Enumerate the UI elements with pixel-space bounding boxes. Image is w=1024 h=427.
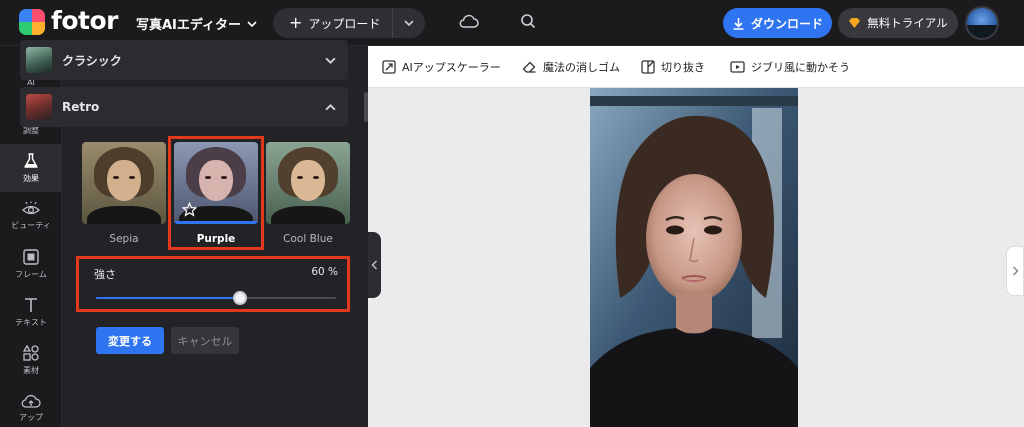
tool-label: 魔法の消しゴム xyxy=(543,61,620,74)
plus-icon: + xyxy=(289,13,303,32)
filter-label: Sepia xyxy=(109,233,139,245)
tool-ai-upscaler[interactable]: AIアップスケーラー xyxy=(382,46,501,88)
panel-collapse-toggle[interactable] xyxy=(368,232,381,298)
section-thumbnail xyxy=(26,94,52,120)
rail-item-elements[interactable]: 素材 xyxy=(0,336,62,384)
elements-icon xyxy=(22,344,39,361)
right-panel-toggle[interactable] xyxy=(1006,246,1024,296)
download-icon xyxy=(733,17,744,30)
filter-label: Cool Blue xyxy=(283,233,333,245)
free-trial-label: 無料トライアル xyxy=(867,16,948,30)
fotor-logo[interactable]: fotor xyxy=(19,6,119,35)
filter-label: Purple xyxy=(196,233,236,245)
editor-menu-label: 写真AIエディター xyxy=(136,18,241,33)
search-icon[interactable] xyxy=(520,13,536,33)
cloud-upload-icon xyxy=(21,394,41,408)
rail-item-frame[interactable]: フレーム xyxy=(0,240,62,288)
upload-options-button[interactable] xyxy=(393,18,425,28)
portrait-image xyxy=(590,88,798,427)
canvas-area: AIアップスケーラー 魔法の消しゴム 切り抜き ジブリ風に動かそう xyxy=(368,46,1024,427)
rail-item-upload[interactable]: アップ xyxy=(0,384,62,427)
chevron-down-icon xyxy=(404,20,414,27)
tool-magic-eraser[interactable]: 魔法の消しゴム xyxy=(522,46,620,88)
eye-icon xyxy=(22,201,40,215)
filter-thumb-sepia[interactable] xyxy=(82,142,166,224)
diamond-icon xyxy=(849,18,861,28)
upload-button[interactable]: + アップロード xyxy=(273,8,393,38)
chevron-down-icon xyxy=(247,20,257,27)
portrait-thumbnail xyxy=(266,142,350,224)
rail-label: ビューティ xyxy=(11,221,51,230)
filter-thumb-cool-blue[interactable] xyxy=(266,142,350,224)
tool-label: 切り抜き xyxy=(661,61,705,74)
download-button[interactable]: ダウンロード xyxy=(723,8,832,38)
upload-label: アップロード xyxy=(308,16,381,31)
tool-cutout[interactable]: 切り抜き xyxy=(641,46,705,88)
editor-menu-dropdown[interactable]: 写真AIエディター xyxy=(136,14,257,33)
canvas-toolbar: AIアップスケーラー 魔法の消しゴム 切り抜き ジブリ風に動かそう xyxy=(368,46,1024,88)
tool-label: AIアップスケーラー xyxy=(402,61,501,74)
chevron-up-icon xyxy=(325,103,336,110)
ai-upscale-icon xyxy=(382,60,396,74)
frame-icon xyxy=(23,249,39,265)
rail-label: フレーム xyxy=(15,270,47,279)
strength-slider-handle[interactable] xyxy=(233,291,247,305)
rail-label: 効果 xyxy=(23,174,39,183)
user-avatar[interactable] xyxy=(965,6,999,40)
strength-control: 強さ 60 % xyxy=(82,258,348,308)
eraser-icon xyxy=(522,61,536,73)
section-classic[interactable]: クラシック xyxy=(20,40,348,80)
fotor-editor: fotor 写真AIエディター + アップロード ダウンロード 無料トライアル … xyxy=(0,0,1024,427)
edited-photo[interactable] xyxy=(590,88,798,427)
star-icon[interactable] xyxy=(182,202,197,217)
fotor-logo-icon xyxy=(19,9,45,35)
selected-indicator xyxy=(174,221,258,224)
tool-label: ジブリ風に動かそう xyxy=(751,61,850,74)
text-icon xyxy=(25,298,37,312)
section-thumbnail xyxy=(26,47,52,73)
rail-item-effects[interactable]: 効果 xyxy=(0,144,62,192)
rail-label: アップ xyxy=(19,413,43,422)
section-title: クラシック xyxy=(62,53,122,68)
rail-label: 素材 xyxy=(23,366,39,375)
upload-control: + アップロード xyxy=(273,8,425,38)
brand-name: fotor xyxy=(51,6,119,35)
rail-item-text[interactable]: テキスト xyxy=(0,288,62,336)
cancel-button[interactable]: キャンセル xyxy=(171,327,239,354)
cutout-icon xyxy=(641,60,655,74)
apply-button[interactable]: 変更する xyxy=(96,327,164,354)
strength-label: 強さ xyxy=(94,268,116,281)
chevron-right-icon xyxy=(1012,266,1019,276)
download-label: ダウンロード xyxy=(750,16,823,31)
tool-ghibli-animate[interactable]: ジブリ風に動かそう xyxy=(730,46,850,88)
section-retro[interactable]: Retro xyxy=(20,87,348,127)
chevron-down-icon xyxy=(325,57,336,64)
filter-thumb-purple[interactable] xyxy=(174,142,258,224)
portrait-thumbnail xyxy=(82,142,166,224)
cloud-icon[interactable] xyxy=(459,13,479,33)
free-trial-button[interactable]: 無料トライアル xyxy=(838,8,958,38)
rail-label: テキスト xyxy=(15,318,47,327)
strength-value: 60 % xyxy=(311,266,338,278)
section-title: Retro xyxy=(62,100,100,114)
chevron-left-icon xyxy=(371,260,378,270)
flask-icon xyxy=(24,153,38,168)
strength-slider-fill xyxy=(96,297,240,299)
video-icon xyxy=(730,61,745,73)
rail-item-beauty[interactable]: ビューティ xyxy=(0,192,62,240)
strength-slider-track[interactable] xyxy=(96,291,336,305)
